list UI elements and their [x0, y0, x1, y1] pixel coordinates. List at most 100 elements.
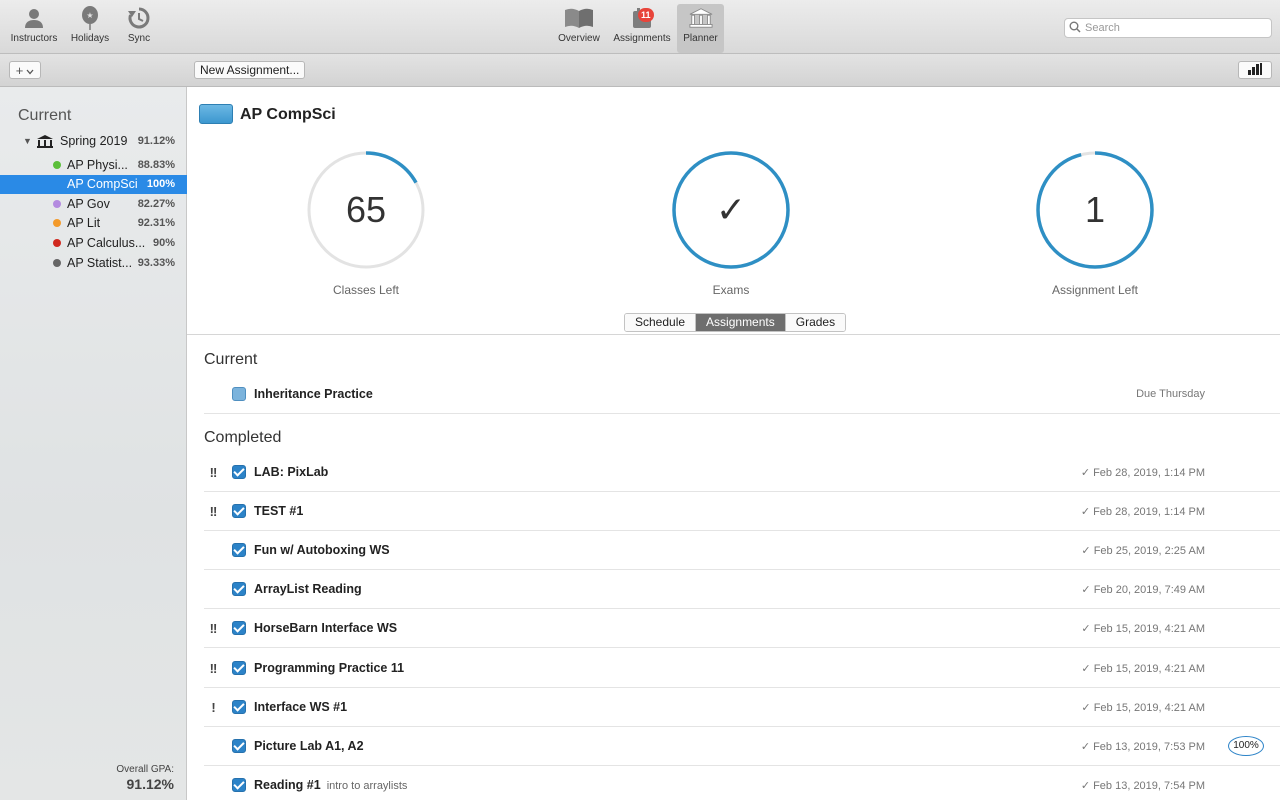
term-name: Spring 2019 [60, 134, 128, 148]
search-input[interactable] [1085, 22, 1265, 34]
priority-marker: ! [211, 699, 215, 715]
assignment-title: Reading #1 [254, 777, 321, 792]
assignment-title: TEST #1 [254, 504, 304, 519]
action-bar: + New Assignment... [0, 54, 1280, 87]
ring-label: Exams [712, 283, 750, 297]
priority-marker: !! [209, 621, 218, 637]
assignment-name: Reading #1 intro to arraylists [254, 778, 407, 792]
assignment-name: Interface WS #1 [254, 700, 347, 714]
assignment-row[interactable]: ArrayList Reading ✓ Feb 20, 2019, 7:49 AM [204, 570, 1280, 610]
search-icon [1069, 21, 1081, 36]
term-percent: 91.12% [137, 135, 175, 147]
assignment-row[interactable]: Fun w/ Autoboxing WS ✓ Feb 25, 2019, 2:25… [204, 531, 1280, 571]
completed-date: ✓ Feb 28, 2019, 1:14 PM [1080, 506, 1205, 519]
assignment-checkbox[interactable] [232, 582, 246, 597]
assignment-row[interactable]: Reading #1 intro to arraylists ✓ Feb 13, 2… [204, 766, 1280, 800]
new-assignment-button[interactable]: New Assignment... [194, 61, 306, 79]
sidebar-term-spring-2019[interactable]: ▼ Spring 2019 91.12% [0, 132, 187, 150]
chevron-down-icon [26, 63, 34, 78]
course-color-swatch [199, 104, 233, 124]
course-name: AP Calculus... [67, 235, 146, 250]
ring-value: 65 [345, 189, 387, 230]
svg-text:★: ★ [86, 11, 93, 20]
assignment-due: Due Thursday [1136, 388, 1205, 400]
assignment-name: ArrayList Reading [254, 582, 362, 596]
instructors-button[interactable]: Instructors [6, 6, 62, 50]
completed-date: ✓ Feb 20, 2019, 7:49 AM [1081, 584, 1205, 597]
assignment-checkbox[interactable] [232, 465, 246, 479]
assignment-row[interactable]: Inheritance Practice Due Thursday [204, 375, 1280, 414]
priority-marker: !! [209, 465, 218, 480]
view-segmented-control: Schedule Assignments Grades [624, 313, 847, 332]
add-menu-button[interactable]: + [9, 61, 41, 79]
assignment-checkbox[interactable] [232, 543, 246, 558]
course-color-dot [53, 199, 61, 208]
course-name: AP Statist... [67, 255, 133, 270]
assignment-checkbox[interactable] [232, 621, 246, 636]
sync-icon [127, 6, 151, 30]
completed-date: ✓ Feb 13, 2019, 7:54 PM [1080, 779, 1205, 792]
sidebar-course-item[interactable]: AP Statist... 93.33% [0, 253, 187, 272]
assignment-checkbox[interactable] [232, 660, 246, 675]
course-color-dot [53, 160, 61, 169]
search-field[interactable] [1064, 18, 1272, 38]
priority-marker: !! [209, 660, 218, 676]
assignment-row[interactable]: !! Programming Practice 11 ✓ Feb 15, 2019,… [204, 649, 1280, 688]
person-icon [22, 6, 46, 30]
assignment-title: LAB: PixLab [254, 465, 329, 479]
assignment-checkbox[interactable] [232, 387, 246, 401]
completed-date: ✓ Feb 25, 2019, 2:25 AM [1081, 545, 1205, 558]
tab-schedule[interactable]: Schedule [625, 314, 697, 331]
grade-badge[interactable]: 100% [1228, 735, 1264, 756]
ring-value: 1 [1084, 189, 1106, 230]
stats-button[interactable] [1238, 61, 1272, 79]
summary-ring: 1 Assignment Left [1032, 147, 1158, 297]
completed-date: ✓ Feb 15, 2019, 4:21 AM [1081, 623, 1205, 636]
assignment-checkbox[interactable] [232, 738, 246, 753]
assignment-name: TEST #1 [254, 504, 303, 518]
assignment-row[interactable]: !! TEST #1 ✓ Feb 28, 2019, 1:14 PM [204, 492, 1280, 532]
summary-ring: 65 Classes Left [303, 147, 429, 297]
assignment-row[interactable]: Picture Lab A1, A2 ✓ Feb 13, 2019, 7:53 P… [204, 727, 1280, 766]
sidebar-course-item[interactable]: AP Calculus... 90% [0, 233, 187, 252]
tab-grades[interactable]: Grades [785, 314, 846, 331]
main-panel: AP CompSci 65 Classes Left ✓ Exams 1 Assignme… [187, 87, 1280, 800]
planner-tab[interactable]: Planner [677, 4, 724, 53]
assignment-title: Interface WS #1 [254, 699, 348, 714]
tab-assignments[interactable]: Assignments [696, 314, 786, 331]
ring-value: ✓ [715, 189, 747, 230]
divider [187, 334, 1280, 335]
sidebar-course-item[interactable]: AP Gov 82.27% [0, 194, 187, 213]
assignment-checkbox[interactable] [232, 504, 246, 519]
course-percent: 93.33% [137, 256, 175, 269]
sidebar-course-item[interactable]: AP CompSci 100% [0, 174, 187, 194]
course-color-dot [53, 180, 61, 189]
course-percent: 90% [152, 236, 175, 249]
holidays-button[interactable]: ★ Holidays [66, 6, 114, 50]
disclosure-triangle-icon[interactable]: ▼ [23, 136, 32, 146]
course-percent: 100% [146, 178, 175, 191]
course-name: AP Lit [67, 216, 101, 231]
assignment-checkbox[interactable] [232, 777, 246, 792]
assignment-row[interactable]: !! LAB: PixLab ✓ Feb 28, 2019, 1:14 PM [204, 453, 1280, 492]
course-name: AP Physi... [67, 157, 128, 172]
ring-label: Assignment Left [1051, 283, 1139, 297]
assignment-name: Inheritance Practice [254, 387, 373, 401]
sidebar-course-item[interactable]: AP Physi... 88.83% [0, 155, 187, 174]
assignment-title: Picture Lab A1, A2 [254, 738, 364, 753]
assignment-row[interactable]: !! HorseBarn Interface WS ✓ Feb 15, 2019, … [204, 609, 1280, 649]
assignments-tab[interactable]: 11 Assignments [608, 6, 676, 50]
assignment-row[interactable]: ! Interface WS #1 ✓ Feb 15, 2019, 4:21 AM [204, 688, 1280, 727]
completed-date: ✓ Feb 13, 2019, 7:53 PM [1080, 740, 1205, 753]
book-icon [563, 6, 595, 30]
completed-date: ✓ Feb 28, 2019, 1:14 PM [1080, 467, 1205, 479]
assignment-checkbox[interactable] [232, 699, 246, 714]
toolbar: Instructors ★ Holidays Sync Overview 11 … [0, 0, 1280, 54]
sidebar: Current ▼ Spring 2019 91.12% AP Physi...… [0, 87, 187, 800]
course-color-dot [53, 238, 61, 247]
assignments-badge: 11 [638, 8, 654, 22]
sidebar-course-item[interactable]: AP Lit 92.31% [0, 214, 187, 233]
sidebar-section-title: Current [18, 107, 72, 124]
overview-tab[interactable]: Overview [554, 6, 604, 50]
sync-button[interactable]: Sync [118, 6, 160, 50]
